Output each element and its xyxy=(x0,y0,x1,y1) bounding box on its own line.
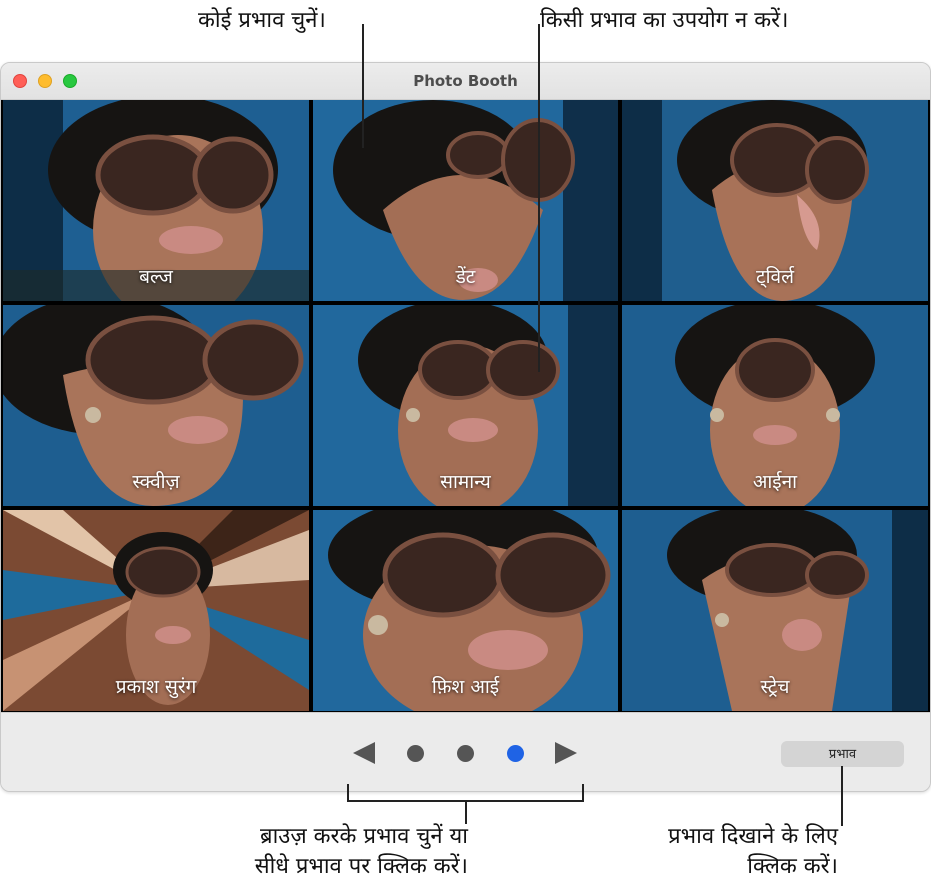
callout-browse-effects: ब्राउज़ करके प्रभाव चुनें या सीधे प्रभाव… xyxy=(196,822,468,882)
effects-button[interactable]: प्रभाव xyxy=(781,741,904,767)
effect-label: आईना xyxy=(752,471,798,493)
previous-page-icon[interactable] xyxy=(353,742,375,764)
effect-cell-light-tunnel[interactable]: प्रकाश सुरंग xyxy=(3,510,309,711)
effect-cell-stretch[interactable]: स्ट्रेच xyxy=(622,510,928,711)
titlebar: Photo Booth xyxy=(1,63,930,100)
effect-cell-twirl[interactable]: ट्विर्ल xyxy=(622,100,928,301)
callout-no-effect: किसी प्रभाव का उपयोग न करें। xyxy=(540,8,789,33)
photo-booth-window: Photo Booth बल्ज डेंट ट्विर्ल स्क्वीज़ स… xyxy=(0,62,931,792)
effect-cell-mirror[interactable]: आईना xyxy=(622,305,928,506)
window-title: Photo Booth xyxy=(413,72,518,90)
callout-show-effects-line-1: प्रभाव दिखाने के लिए xyxy=(668,824,838,849)
leader-line-choose xyxy=(362,24,364,148)
callout-browse-line-2: सीधे प्रभाव पर क्लिक करें। xyxy=(254,854,468,879)
bottom-toolbar: प्रभाव xyxy=(1,712,930,791)
effect-label: सामान्य xyxy=(440,471,491,493)
effect-cell-fish-eye[interactable]: फ़िश आई xyxy=(313,510,618,711)
callout-show-effects-line-2: क्लिक करें। xyxy=(747,854,838,879)
next-page-icon[interactable] xyxy=(555,742,577,764)
page-dot-1[interactable] xyxy=(407,745,424,762)
effects-pager xyxy=(351,738,581,768)
leader-line-browse xyxy=(465,800,467,824)
effect-label: स्क्वीज़ xyxy=(132,471,180,493)
effect-label: बल्ज xyxy=(139,266,173,288)
effect-label: डेंट xyxy=(455,266,476,288)
page-dot-2[interactable] xyxy=(457,745,474,762)
page-dot-3-current[interactable] xyxy=(507,745,524,762)
annotated-screenshot: कोई प्रभाव चुनें। किसी प्रभाव का उपयोग न… xyxy=(0,0,931,891)
effect-label: प्रकाश सुरंग xyxy=(115,676,197,698)
effect-label: फ़िश आई xyxy=(431,676,500,698)
effect-cell-squeeze[interactable]: स्क्वीज़ xyxy=(3,305,309,506)
effect-cell-dent[interactable]: डेंट xyxy=(313,100,618,301)
effect-cell-bulge[interactable]: बल्ज xyxy=(3,100,309,301)
callout-choose-effect: कोई प्रभाव चुनें। xyxy=(198,8,326,33)
leader-line-show-effects xyxy=(841,766,843,826)
effect-cell-normal[interactable]: सामान्य xyxy=(313,305,618,506)
effect-label: ट्विर्ल xyxy=(756,266,794,288)
callout-show-effects: प्रभाव दिखाने के लिए क्लिक करें। xyxy=(620,822,838,882)
callout-browse-line-1: ब्राउज़ करके प्रभाव चुनें या xyxy=(260,824,468,849)
effect-label: स्ट्रेच xyxy=(760,676,790,698)
effects-grid: बल्ज डेंट ट्विर्ल स्क्वीज़ सामान्य आईना … xyxy=(1,100,930,712)
leader-line-no-effect xyxy=(538,24,540,372)
